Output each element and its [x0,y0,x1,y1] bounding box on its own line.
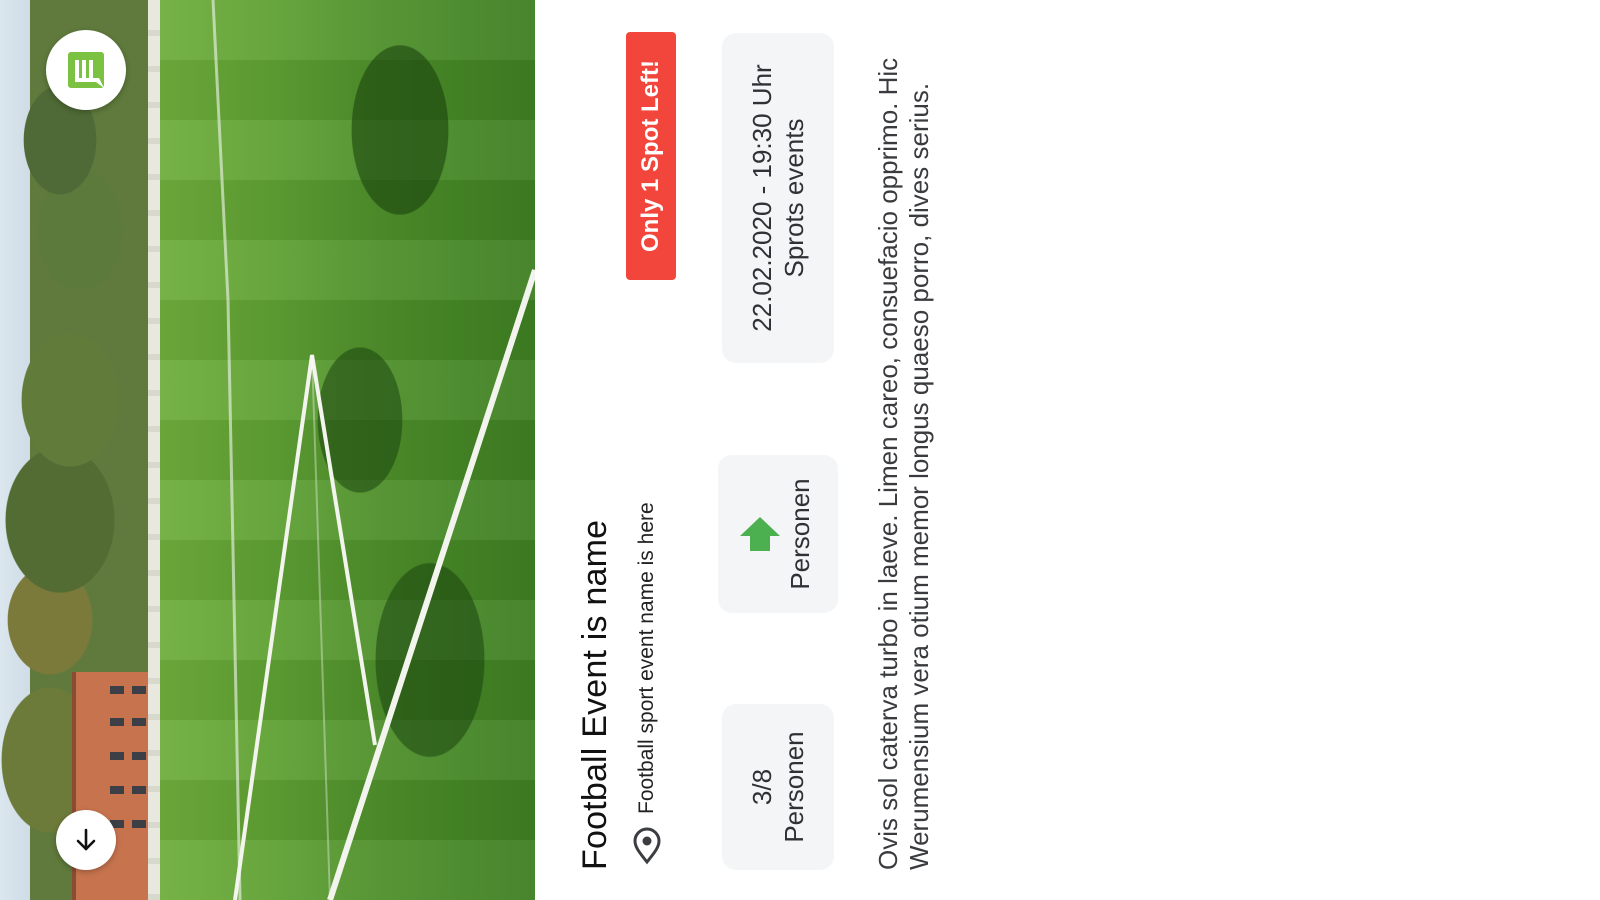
event-category: Sprots events [779,118,809,278]
pitch-lines [211,0,535,900]
app-logo-icon [46,30,126,110]
event-location: Football sport event name is here [627,502,667,866]
attendance-count: 3/8 [747,768,777,806]
attendance-card: 3/8 Personen [722,704,834,870]
location-pin-icon [633,827,661,865]
scroll-down-button[interactable] [56,810,116,870]
date-time-card: 22.02.2020 - 19:30 Uhr Sprots events [722,33,834,363]
event-hero-image [0,0,535,900]
event-datetime: 22.02.2020 - 19:30 Uhr [747,64,777,332]
spots-left-badge: Only 1 Spot Left! [626,32,676,280]
event-title: Football Event is name [576,519,614,870]
attendance-label: Personen [779,731,809,843]
location-text: Football sport event name is here [635,502,658,814]
arrow-down-icon [76,828,96,851]
house-arrow-icon [740,517,780,551]
event-description: Ovis sol caterva turbo in laeve. Limen c… [873,57,934,870]
event-type-card: Personen [718,455,838,613]
event-type-label: Personen [785,478,815,590]
